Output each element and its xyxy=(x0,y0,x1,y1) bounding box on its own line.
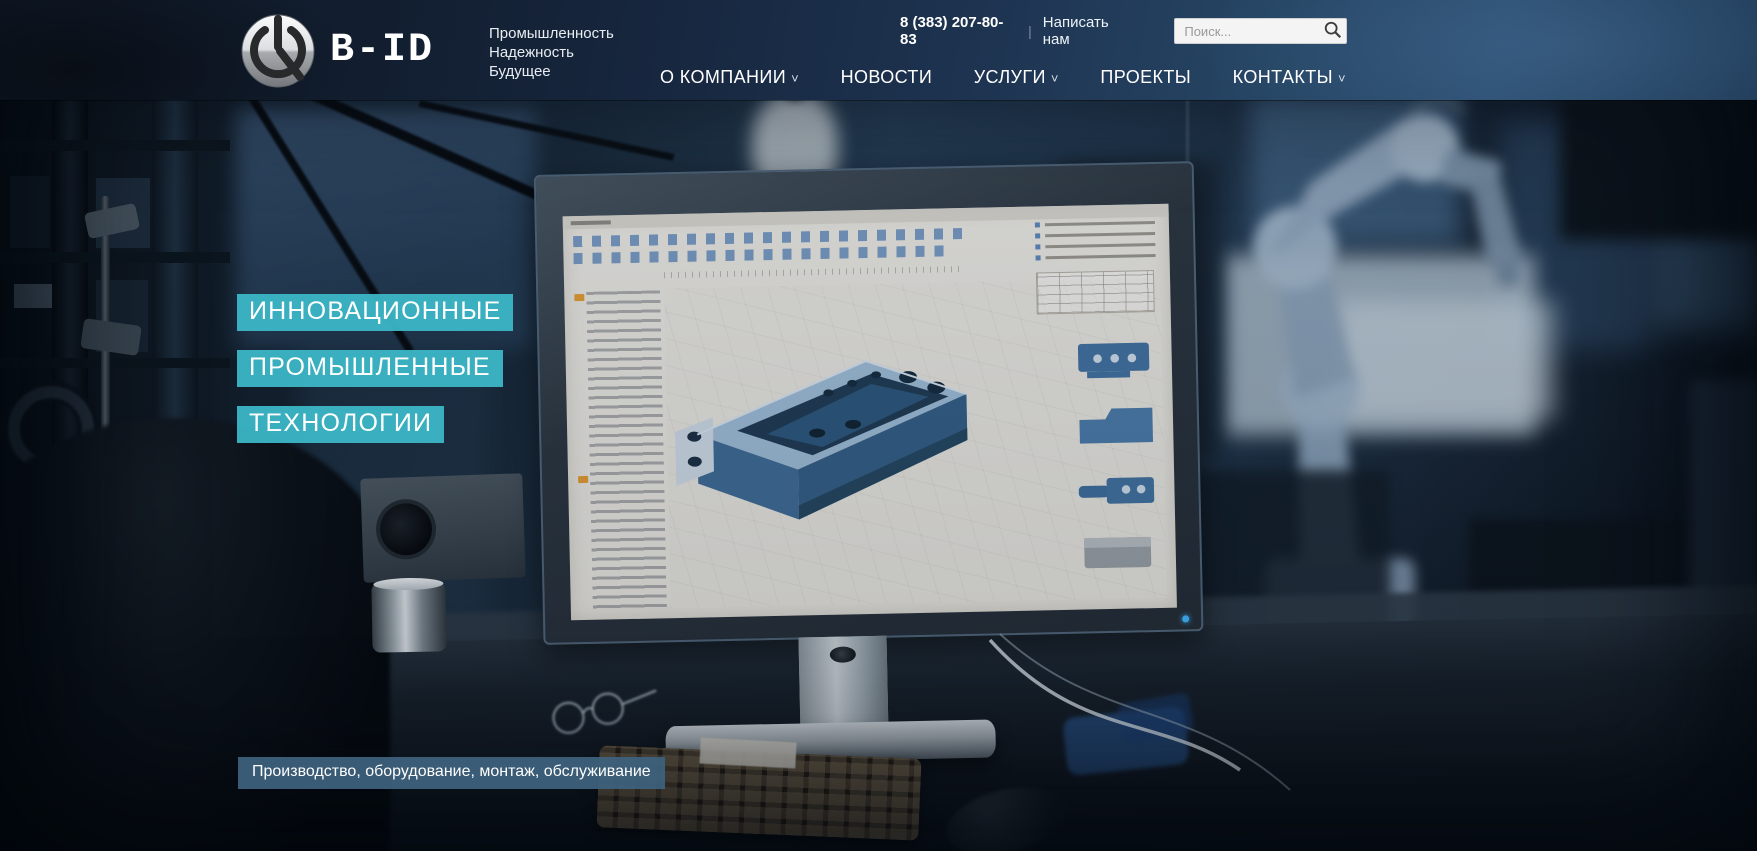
folder-icon xyxy=(574,294,584,301)
cad-toolbar xyxy=(573,228,963,247)
write-us-link[interactable]: Написать нам xyxy=(1043,14,1138,48)
chevron-down-icon: ˅ xyxy=(1338,71,1346,86)
nav-item-news[interactable]: НОВОСТИ xyxy=(841,67,933,88)
separator: | xyxy=(1028,23,1032,39)
shelf-label xyxy=(14,284,52,308)
shelf xyxy=(0,252,230,263)
background-dark-corner xyxy=(1560,90,1757,240)
nav-item-label: УСЛУГИ xyxy=(974,67,1046,88)
cad-mini-part xyxy=(1075,526,1162,577)
cad-canvas xyxy=(664,278,1167,608)
hero-caption: Производство, оборудование, монтаж, обсл… xyxy=(238,757,665,789)
cad-3d-part xyxy=(665,333,1009,550)
page: ИННОВАЦИОННЫЕ ПРОМЫШЛЕННЫЕ ТЕХНОЛОГИИ Пр… xyxy=(0,0,1757,851)
cad-mini-part xyxy=(1073,399,1160,450)
site-header: B-ID Промышленность Надежность Будущее 8… xyxy=(0,0,1757,100)
shelf xyxy=(0,140,230,151)
phone-number[interactable]: 8 (383) 207-80-83 xyxy=(900,14,1017,48)
cad-mini-part xyxy=(1071,336,1158,387)
nav-item-company[interactable]: О КОМПАНИИ ˅ xyxy=(660,67,799,88)
nav-item-projects[interactable]: ПРОЕКТЫ xyxy=(1100,67,1191,88)
hero-title-line: ПРОМЫШЛЕННЫЕ xyxy=(237,350,503,387)
paper-note xyxy=(699,738,796,769)
equipment-lens xyxy=(379,502,433,556)
monitor-stand-neck xyxy=(798,636,888,736)
cad-model-tree xyxy=(572,290,667,610)
cable xyxy=(960,620,1340,830)
hero-title: ИННОВАЦИОННЫЕ ПРОМЫШЛЕННЫЕ ТЕХНОЛОГИИ xyxy=(237,294,513,462)
equipment-box xyxy=(360,473,526,583)
search-icon xyxy=(1323,20,1343,40)
chevron-down-icon: ˅ xyxy=(1051,71,1059,86)
search-button[interactable] xyxy=(1321,20,1345,42)
cad-toolbar xyxy=(573,245,945,264)
chevron-down-icon: ˅ xyxy=(791,71,799,86)
tagline: Промышленность Надежность Будущее xyxy=(489,24,614,81)
nav-item-services[interactable]: УСЛУГИ ˅ xyxy=(974,67,1059,88)
nav-item-contacts[interactable]: КОНТАКТЫ ˅ xyxy=(1233,67,1346,88)
shelf xyxy=(0,358,230,368)
nav-item-label: ПРОЕКТЫ xyxy=(1100,67,1191,88)
cad-parameter-table xyxy=(1036,270,1155,314)
company-logo-text[interactable]: B-ID xyxy=(330,28,434,73)
cad-properties-panel xyxy=(1035,220,1156,261)
header-top-row: 8 (383) 207-80-83 | Написать нам xyxy=(900,18,1347,44)
folder-icon xyxy=(578,476,588,483)
shelf-box xyxy=(10,176,50,248)
tagline-line: Промышленность xyxy=(489,24,614,43)
tagline-line: Будущее xyxy=(489,62,614,81)
cad-ruler xyxy=(664,266,964,278)
cad-part-previews xyxy=(1071,336,1162,577)
monitor-bezel xyxy=(534,161,1204,645)
hero-title-line: ИННОВАЦИОННЫЕ xyxy=(237,294,513,331)
hero-section: ИННОВАЦИОННЫЕ ПРОМЫШЛЕННЫЕ ТЕХНОЛОГИИ Пр… xyxy=(0,0,1757,851)
company-logo-icon[interactable] xyxy=(240,13,316,89)
hero-title-line: ТЕХНОЛОГИИ xyxy=(237,406,444,443)
cad-screen xyxy=(563,204,1177,621)
nav-item-label: НОВОСТИ xyxy=(841,67,933,88)
cad-mini-part xyxy=(1074,463,1161,514)
tagline-line: Надежность xyxy=(489,43,614,62)
main-nav: О КОМПАНИИ ˅ НОВОСТИ УСЛУГИ ˅ ПРОЕКТЫ КО… xyxy=(660,64,1346,90)
nav-item-label: О КОМПАНИИ xyxy=(660,67,786,88)
metal-beaker xyxy=(371,583,446,652)
search-box xyxy=(1174,18,1347,44)
nav-item-label: КОНТАКТЫ xyxy=(1233,67,1333,88)
